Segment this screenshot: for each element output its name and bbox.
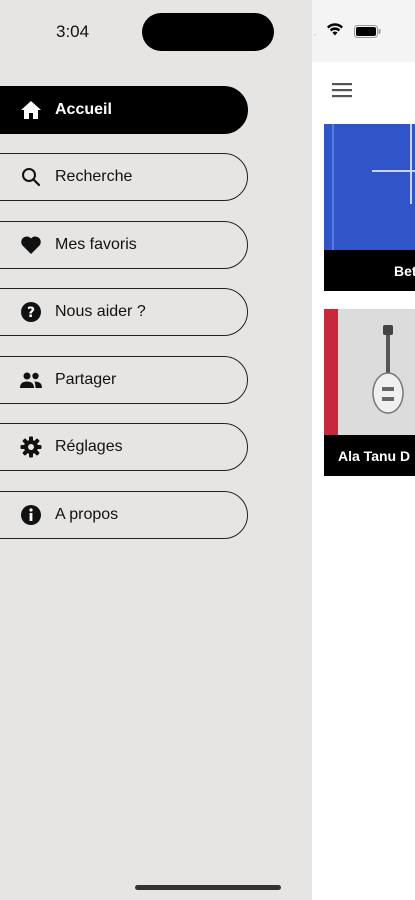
app-screen: ···· (0, 0, 415, 900)
drawer-item-reglages[interactable]: Réglages (0, 423, 248, 471)
dynamic-island (142, 13, 274, 51)
card-thumbnail (324, 309, 415, 435)
home-indicator (135, 885, 281, 890)
drawer-item-aider[interactable]: ? Nous aider ? (0, 288, 248, 336)
status-bar-right: ···· (298, 0, 415, 62)
content-card[interactable]: Ala Tanu D (324, 309, 415, 476)
drawer-item-label: A propos (55, 506, 119, 523)
navigation-drawer: 3:04 Accueil Recherche Mes favoris ? Nou… (0, 0, 312, 900)
hamburger-icon[interactable] (332, 81, 354, 104)
card-thumbnail (324, 124, 415, 250)
drawer-item-accueil[interactable]: Accueil (0, 86, 248, 134)
drawer-item-label: Recherche (55, 168, 133, 185)
drawer-item-favoris[interactable]: Mes favoris (0, 221, 248, 269)
drawer-item-apropos[interactable]: A propos (0, 491, 248, 539)
drawer-item-label: Réglages (55, 438, 123, 455)
drawer-item-label: Nous aider ? (55, 303, 146, 320)
wifi-icon (326, 22, 344, 41)
status-time: 3:04 (56, 22, 90, 41)
home-icon (19, 98, 43, 122)
info-icon (19, 503, 43, 527)
help-icon: ? (19, 300, 43, 324)
search-icon (19, 165, 43, 189)
gear-icon (19, 435, 43, 459)
card-caption: Bet (324, 250, 415, 291)
drawer-item-label: Partager (55, 371, 117, 388)
drawer-item-label: Accueil (55, 101, 112, 118)
card-caption: Ala Tanu D (324, 435, 415, 476)
heart-icon (19, 233, 43, 257)
main-content: ···· (298, 0, 415, 900)
battery-icon (354, 25, 382, 43)
drawer-item-label: Mes favoris (55, 236, 137, 253)
svg-text:?: ? (27, 305, 35, 321)
drawer-item-recherche[interactable]: Recherche (0, 153, 248, 201)
people-icon (19, 368, 43, 392)
drawer-item-partager[interactable]: Partager (0, 356, 248, 404)
content-card[interactable]: Bet (324, 124, 415, 291)
